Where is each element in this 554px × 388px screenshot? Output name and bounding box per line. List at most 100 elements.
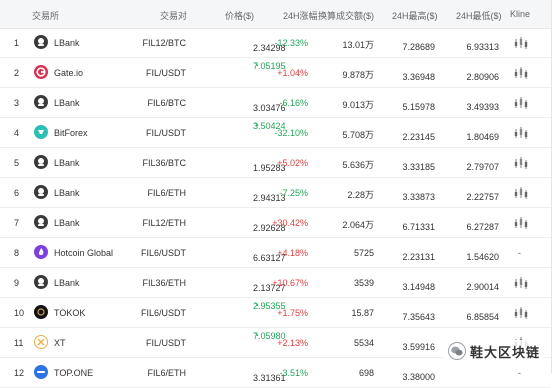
row-volume: 5.636万 [342,160,374,170]
row-pair: FIL36/BTC [142,158,186,168]
kline-chart-icon[interactable] [513,186,529,200]
row-pair: FIL6/USDT [140,308,186,318]
kline-chart-icon[interactable] [513,96,529,110]
row-rank: 3 [14,98,20,108]
table-row[interactable]: 9 LBank FIL36/ETH 2.13727 +10.67% 3539 3.14948… [0,268,551,298]
header-volume[interactable]: 换算成交额($) [318,9,374,22]
row-exchange-link[interactable]: TOKOK [54,308,85,318]
table-row[interactable]: 7 LBank FIL12/ETH 2.92628 +30.42% 2.064万 6.713… [0,208,551,238]
table-row[interactable]: 5 LBank FIL36/BTC 1.95283 +5.02% 5.636万 3.3318… [0,148,551,178]
header-exchange[interactable]: 交易所 [32,9,59,22]
market-table: 交易所 交易对 价格($) 24H涨幅 换算成交额($) 24H最高($) 24… [0,0,552,388]
row-pair: FIL36/ETH [142,278,186,288]
row-volume: 13.01万 [342,40,374,50]
xt-logo-icon [34,335,48,349]
row-high: 5.15978 [402,102,435,112]
kline-chart-icon[interactable] [513,276,529,290]
kline-chart-icon[interactable] [513,36,529,50]
kline-chart-icon[interactable] [513,306,529,320]
kline-chart-icon[interactable] [513,216,529,230]
table-row[interactable]: 3 LBank FIL6/BTC 3.03476 -6.16% 9.013万 5.15978… [0,88,551,118]
row-rank: 1 [14,38,20,48]
row-change: +5.02% [277,158,308,168]
row-exchange-link[interactable]: LBank [54,98,80,108]
table-body: 1 LBank FIL12/BTC 2.34298 -12.33% 13.01万 7.286… [0,28,551,388]
table-row[interactable]: 6 LBank FIL6/ETH 2.94313 -7.25% 2.28万 3.33873 2… [0,178,551,208]
row-exchange-link[interactable]: Hotcoin Global [54,248,113,258]
lbank-logo-icon [34,35,48,49]
table-row[interactable]: 12 TOP.ONE FIL6/ETH 3.31361 -3.51% 698 3.38000… [0,358,551,388]
row-exchange-link[interactable]: LBank [54,188,80,198]
row-low: 2.80906 [466,72,499,82]
row-high: 7.28689 [402,42,435,52]
row-exchange-link[interactable]: TOP.ONE [54,368,93,378]
header-high[interactable]: 24H最高($) [392,9,438,22]
kline-chart-icon[interactable] [513,156,529,170]
row-volume: 2.28万 [347,190,374,200]
row-volume: 5725 [353,248,374,258]
row-volume: 3539 [353,278,374,288]
row-volume: 9.878万 [342,70,374,80]
hotcoin-logo-icon [34,245,48,259]
row-low: 3.49393 [466,102,499,112]
row-high: 3.33185 [402,162,435,172]
table-row[interactable]: 1 LBank FIL12/BTC 2.34298 -12.33% 13.01万 7.286… [0,28,551,58]
row-high: 6.71331 [402,222,435,232]
row-exchange-link[interactable]: LBank [54,278,80,288]
row-change: +30.42% [272,218,308,228]
watermark: 鞋大区块链 [444,340,545,362]
lbank-logo-icon [34,155,48,169]
lbank-logo-icon [34,95,48,109]
row-exchange-link[interactable]: LBank [54,38,80,48]
row-change: +10.67% [272,278,308,288]
row-pair: FIL/USDT [145,338,186,348]
row-rank: 8 [14,248,20,258]
row-high: 2.23131 [402,252,435,262]
row-high: 3.33873 [402,192,435,202]
kline-chart-icon[interactable] [513,126,529,140]
row-low: 2.22757 [466,192,499,202]
row-high: 2.23145 [402,132,435,142]
down-arrow-icon: ↘ [254,302,260,308]
row-low: 1.54620 [466,252,499,262]
header-change[interactable]: 24H涨幅 [283,9,318,22]
row-pair: FIL6/BTC [147,98,186,108]
row-volume: 698 [358,368,374,378]
kline-empty: - [518,248,521,258]
row-rank: 10 [14,308,25,318]
lbank-logo-icon [34,215,48,229]
kline-chart-icon[interactable] [513,66,529,80]
row-volume: 2.064万 [342,220,374,230]
row-pair: FIL/USDT [145,128,186,138]
table-row[interactable]: 2 Gate.io FIL/USDT 7.05195 ↘ +1.04% 9.878万 3.36… [0,58,551,88]
row-exchange-link[interactable]: LBank [54,158,80,168]
row-exchange-link[interactable]: LBank [54,218,80,228]
header-low[interactable]: 24H最低($) [456,9,502,22]
row-low: 2.79707 [466,162,499,172]
header-pair[interactable]: 交易对 [160,9,187,22]
row-change: -7.25% [279,188,308,198]
row-volume: 15.87 [351,308,374,318]
row-change: -32.10% [274,128,308,138]
row-volume: 9.013万 [342,100,374,110]
row-exchange-link[interactable]: Gate.io [54,68,83,78]
row-high: 3.36948 [402,72,435,82]
row-exchange-link[interactable]: BitForex [54,128,88,138]
row-rank: 5 [14,158,20,168]
header-price[interactable]: 价格($) [225,9,254,22]
kline-empty: - [518,368,521,378]
row-change: -12.33% [274,38,308,48]
row-pair: FIL/USDT [145,68,186,78]
row-volume: 5534 [353,338,374,348]
row-change: -6.16% [279,98,308,108]
row-rank: 11 [14,338,24,348]
table-row[interactable]: 10 TOKOK FIL6/USDT 2.95355 ↘ +1.75% 15.87 7.356… [0,298,551,328]
row-rank: 6 [14,188,20,198]
row-exchange-link[interactable]: XT [54,338,66,348]
header-kline: Kline [510,9,531,19]
row-pair: FIL12/ETH [142,218,186,228]
row-change: +4.18% [277,248,308,258]
table-row[interactable]: 8 Hotcoin Global FIL6/USDT 6.63127 +4.18% 572… [0,238,551,268]
row-change: +2.13% [277,338,308,348]
table-row[interactable]: 4 BitForex FIL/USDT 3.50424 ↘ -32.10% 5.708万 2.… [0,118,551,148]
